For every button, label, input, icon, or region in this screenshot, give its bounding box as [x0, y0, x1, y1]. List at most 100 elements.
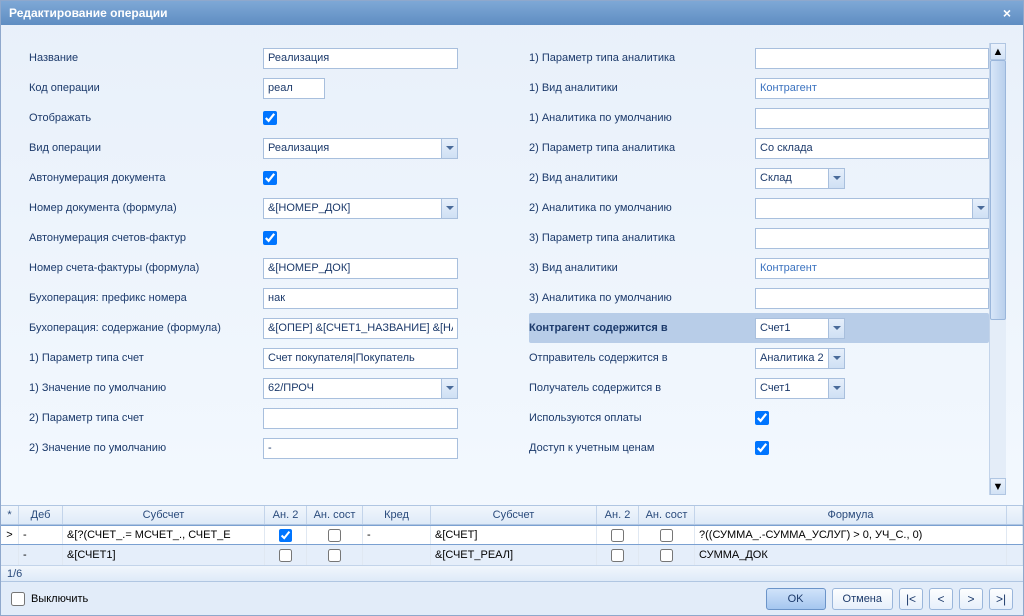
dropdown-icon[interactable] — [828, 168, 845, 189]
nav-last-button[interactable]: >| — [989, 588, 1013, 610]
grid-page-indicator: 1/6 — [7, 568, 22, 580]
display-checkbox[interactable] — [263, 111, 277, 125]
scroll-down-icon[interactable]: ▼ — [990, 478, 1006, 495]
autonum-invoice-checkbox[interactable] — [263, 231, 277, 245]
docnum-formula-combo[interactable]: &[НОМЕР_ДОК] — [263, 198, 458, 219]
payments-used-label: Используются оплаты — [529, 412, 755, 424]
row-marker — [1, 545, 19, 565]
col-marker[interactable]: * — [1, 506, 19, 524]
window-title: Редактирование операции — [9, 6, 168, 20]
param2-analytic-input[interactable] — [755, 138, 989, 159]
grid-body: > - &[?(СЧЕТ_.= МСЧЕТ_., СЧЕТ_Е - &[СЧЕТ… — [1, 525, 1023, 565]
nav-first-button[interactable]: |< — [899, 588, 923, 610]
col-kred[interactable]: Кред — [363, 506, 431, 524]
analytic2-type-combo[interactable]: Склад — [755, 168, 845, 189]
col-sub1[interactable]: Субсчет — [63, 506, 265, 524]
row-marker: > — [1, 526, 19, 544]
recipient-in-combo[interactable]: Счет1 — [755, 378, 845, 399]
nav-prev-button[interactable]: < — [929, 588, 953, 610]
dropdown-icon[interactable] — [441, 138, 458, 159]
col-an2a[interactable]: Ан. 2 — [265, 506, 307, 524]
cell-checkbox[interactable] — [611, 549, 624, 562]
ok-button[interactable]: OK — [766, 588, 826, 610]
invoice-formula-label: Номер счета-фактуры (формула) — [29, 262, 263, 274]
default2-input[interactable] — [263, 438, 458, 459]
cell-checkbox[interactable] — [611, 529, 624, 542]
form-left-column: Название Код операции Отображать Вид опе… — [29, 43, 529, 497]
analytic1-default-input[interactable] — [755, 108, 989, 129]
param1-analytic-label: 1) Параметр типа аналитика — [529, 52, 755, 64]
disable-checkbox[interactable] — [11, 592, 25, 606]
dropdown-icon[interactable] — [828, 348, 845, 369]
counterparty-in-combo[interactable]: Счет1 — [755, 318, 845, 339]
grid-row[interactable]: > - &[?(СЧЕТ_.= МСЧЕТ_., СЧЕТ_Е - &[СЧЕТ… — [1, 525, 1023, 545]
analytic2-default-combo[interactable] — [755, 198, 989, 219]
analytic1-default-label: 1) Аналитика по умолчанию — [529, 112, 755, 124]
access-prices-label: Доступ к учетным ценам — [529, 442, 755, 454]
param3-analytic-input[interactable] — [755, 228, 989, 249]
code-input[interactable] — [263, 78, 325, 99]
invoice-formula-input[interactable] — [263, 258, 458, 279]
col-deb[interactable]: Деб — [19, 506, 63, 524]
optype-label: Вид операции — [29, 142, 263, 154]
col-formula[interactable]: Формула — [695, 506, 1007, 524]
default1-label: 1) Значение по умолчанию — [29, 382, 263, 394]
cell-checkbox[interactable] — [660, 549, 673, 562]
grid-row[interactable]: - &[СЧЕТ1] &[СЧЕТ_РЕАЛ] СУММА_ДОК — [1, 545, 1023, 565]
default1-combo[interactable]: 62/ПРОЧ — [263, 378, 458, 399]
cell-checkbox[interactable] — [328, 549, 341, 562]
data-grid: * Деб Субсчет Ан. 2 Ан. сост Кред Субсче… — [1, 505, 1023, 581]
autonum-doc-checkbox[interactable] — [263, 171, 277, 185]
col-ansb[interactable]: Ан. сост — [639, 506, 695, 524]
cell-checkbox[interactable] — [660, 529, 673, 542]
cancel-button[interactable]: Отмена — [832, 588, 893, 610]
payments-used-checkbox[interactable] — [755, 411, 769, 425]
close-button[interactable]: × — [999, 5, 1015, 21]
access-prices-checkbox[interactable] — [755, 441, 769, 455]
dropdown-icon[interactable] — [441, 198, 458, 219]
analytic1-type-input[interactable] — [755, 78, 989, 99]
default2-label: 2) Значение по умолчанию — [29, 442, 263, 454]
dialog-window: Редактирование операции × Название Код о… — [0, 0, 1024, 616]
col-end — [1007, 506, 1023, 524]
display-label: Отображать — [29, 112, 263, 124]
dropdown-icon[interactable] — [441, 378, 458, 399]
col-sub2[interactable]: Субсчет — [431, 506, 597, 524]
analytic3-type-input[interactable] — [755, 258, 989, 279]
autonum-doc-label: Автонумерация документа — [29, 172, 263, 184]
dropdown-icon[interactable] — [972, 198, 989, 219]
analytic3-default-input[interactable] — [755, 288, 989, 309]
analytic1-type-label: 1) Вид аналитики — [529, 82, 755, 94]
param1-analytic-input[interactable] — [755, 48, 989, 69]
code-label: Код операции — [29, 82, 263, 94]
buhop-content-input[interactable] — [263, 318, 458, 339]
buhop-prefix-input[interactable] — [263, 288, 458, 309]
nav-next-button[interactable]: > — [959, 588, 983, 610]
analytic2-type-label: 2) Вид аналитики — [529, 172, 755, 184]
col-an2b[interactable]: Ан. 2 — [597, 506, 639, 524]
sender-in-combo[interactable]: Аналитика 2 — [755, 348, 845, 369]
buhop-prefix-label: Бухоперация: префикс номера — [29, 292, 263, 304]
dropdown-icon[interactable] — [828, 318, 845, 339]
vertical-scrollbar[interactable]: ▲ ▼ — [989, 43, 1006, 495]
buhop-content-label: Бухоперация: содержание (формула) — [29, 322, 263, 334]
param1-acct-input[interactable] — [263, 348, 458, 369]
col-ansa[interactable]: Ан. сост — [307, 506, 363, 524]
param2-acct-input[interactable] — [263, 408, 458, 429]
grid-footer: 1/6 — [1, 565, 1023, 581]
cell-checkbox[interactable] — [279, 549, 292, 562]
scroll-up-icon[interactable]: ▲ — [990, 43, 1006, 60]
cell-checkbox[interactable] — [328, 529, 341, 542]
analytic3-default-label: 3) Аналитика по умолчанию — [529, 292, 755, 304]
autonum-invoice-label: Автонумерация счетов-фактур — [29, 232, 263, 244]
analytic3-type-label: 3) Вид аналитики — [529, 262, 755, 274]
dropdown-icon[interactable] — [828, 378, 845, 399]
scroll-thumb[interactable] — [990, 60, 1006, 320]
name-input[interactable] — [263, 48, 458, 69]
disable-label: Выключить — [31, 593, 88, 605]
form-area: Название Код операции Отображать Вид опе… — [1, 25, 1023, 505]
cell-checkbox[interactable] — [279, 529, 292, 542]
analytic2-default-label: 2) Аналитика по умолчанию — [529, 202, 755, 214]
optype-combo[interactable]: Реализация — [263, 138, 458, 159]
title-bar: Редактирование операции × — [1, 1, 1023, 25]
